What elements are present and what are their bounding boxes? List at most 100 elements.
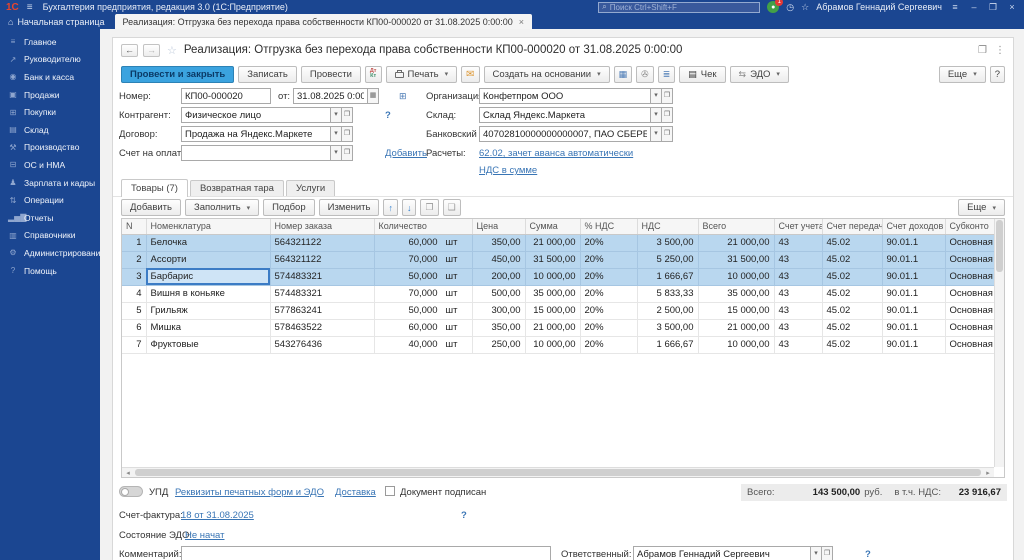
cell-nomenclature[interactable]: Ассорти xyxy=(146,251,271,269)
cell-total[interactable]: 10 000,00 xyxy=(698,268,775,286)
show-postings-button[interactable]: Дт Кт xyxy=(364,65,382,83)
cell-qty[interactable]: 60,000 шт xyxy=(374,319,473,337)
cell-vat[interactable]: 2 500,00 xyxy=(637,302,699,320)
create-based-on-button[interactable]: Создать на основании xyxy=(483,65,610,83)
col-n[interactable]: N xyxy=(122,219,147,235)
invoice-for-payment-field[interactable] xyxy=(181,145,331,161)
cell-qty[interactable]: 60,000 шт xyxy=(374,234,473,252)
fill-button[interactable]: Заполнить xyxy=(185,199,260,216)
print-forms-link[interactable]: Реквизиты печатных форм и ЭДО xyxy=(175,487,324,498)
contract-field[interactable] xyxy=(181,126,331,142)
warehouse-field[interactable] xyxy=(479,107,651,123)
help-button[interactable]: ? xyxy=(989,65,1005,83)
cell-total[interactable]: 21 000,00 xyxy=(698,319,775,337)
bank-account-field[interactable] xyxy=(479,126,651,142)
cell-vat[interactable]: 5 833,33 xyxy=(637,285,699,303)
counterparty-open-icon[interactable] xyxy=(341,107,353,123)
sidebar-item-help[interactable]: ? Помощь xyxy=(0,262,100,280)
back-button[interactable]: ← xyxy=(121,43,138,57)
cell-order[interactable]: 564321122 xyxy=(270,251,375,269)
cell-sum[interactable]: 10 000,00 xyxy=(525,268,581,286)
cell-transfer-account[interactable]: 45.02 xyxy=(822,234,883,252)
notifications-icon[interactable]: ● 1 xyxy=(767,0,784,13)
cell-transfer-account[interactable]: 45.02 xyxy=(822,319,883,337)
document-structure-button[interactable]: ≣ xyxy=(657,65,676,83)
cell-order[interactable]: 578463522 xyxy=(270,319,375,337)
counterparty-help-icon[interactable]: ? xyxy=(385,110,391,121)
table-row[interactable]: 5 Грильяж 577863241 50,000 шт 300,00 15 0… xyxy=(122,302,1004,320)
cell-account[interactable]: 43 xyxy=(774,285,823,303)
document-signed-checkbox[interactable] xyxy=(385,486,395,496)
cell-account[interactable]: 43 xyxy=(774,268,823,286)
table-row[interactable]: 1 Белочка 564321122 60,000 шт 350,00 21 0… xyxy=(122,234,1004,252)
organization-open-icon[interactable] xyxy=(661,88,673,104)
cell-vat[interactable]: 5 250,00 xyxy=(637,251,699,269)
sidebar-item-purchases[interactable]: ⊞ Покупки xyxy=(0,103,100,121)
cell-income-account[interactable]: 90.01.1 xyxy=(882,302,946,320)
sidebar-item-fixed-assets[interactable]: ⊟ ОС и НМА xyxy=(0,156,100,174)
cell-qty[interactable]: 50,000 шт xyxy=(374,268,473,286)
cell-total[interactable]: 35 000,00 xyxy=(698,285,775,303)
cell-price[interactable]: 300,00 xyxy=(472,302,526,320)
sidebar-item-salary-hr[interactable]: ♟ Зарплата и кадры xyxy=(0,174,100,192)
horizontal-scrollbar[interactable]: ◂ ▸ xyxy=(122,467,994,477)
cell-total[interactable]: 31 500,00 xyxy=(698,251,775,269)
cell-income-account[interactable]: 90.01.1 xyxy=(882,319,946,337)
cell-order[interactable]: 543276436 xyxy=(270,336,375,354)
table-row[interactable]: 3 Барбарис 574483321 50,000 шт 200,00 10 … xyxy=(122,268,1004,286)
responsible-help-icon[interactable]: ? xyxy=(865,549,871,560)
cell-transfer-account[interactable]: 45.02 xyxy=(822,302,883,320)
connection-menu-icon[interactable]: ≡ xyxy=(949,2,961,12)
tab-goods[interactable]: Товары (7) xyxy=(121,179,188,197)
bank-open-icon[interactable] xyxy=(661,126,673,142)
col-account[interactable]: Счет учета xyxy=(774,219,823,235)
cell-vat[interactable]: 3 500,00 xyxy=(637,319,699,337)
check-button[interactable]: ▤ Чек xyxy=(679,65,726,83)
cell-income-account[interactable]: 90.01.1 xyxy=(882,285,946,303)
cell-qty[interactable]: 40,000 шт xyxy=(374,336,473,354)
sidebar-item-manager[interactable]: ↗ Руководителю xyxy=(0,51,100,69)
table-row[interactable]: 4 Вишня в коньяке 574483321 70,000 шт 500… xyxy=(122,285,1004,303)
table-row[interactable]: 7 Фруктовые 543276436 40,000 шт 250,00 10… xyxy=(122,336,1004,354)
responsible-field[interactable] xyxy=(633,546,811,560)
tab-close-icon[interactable]: × xyxy=(519,17,524,27)
col-order-number[interactable]: Номер заказа xyxy=(270,219,375,235)
add-row-button[interactable]: Добавить xyxy=(121,199,181,216)
vertical-scrollbar[interactable] xyxy=(994,219,1004,467)
cell-nomenclature[interactable]: Фруктовые xyxy=(146,336,271,354)
cell-account[interactable]: 43 xyxy=(774,336,823,354)
cell-transfer-account[interactable]: 45.02 xyxy=(822,268,883,286)
col-income-account[interactable]: Счет доходов xyxy=(882,219,946,235)
cell-vat-pct[interactable]: 20% xyxy=(580,251,638,269)
cell-transfer-account[interactable]: 45.02 xyxy=(822,336,883,354)
cell-transfer-account[interactable]: 45.02 xyxy=(822,251,883,269)
cell-sum[interactable]: 10 000,00 xyxy=(525,336,581,354)
cell-nomenclature[interactable]: Белочка xyxy=(146,234,271,252)
cell-nomenclature-focused[interactable]: Барбарис xyxy=(146,268,271,286)
delivery-link[interactable]: Доставка xyxy=(335,487,376,498)
table-row[interactable]: 6 Мишка 578463522 60,000 шт 350,00 21 000… xyxy=(122,319,1004,337)
horizontal-scrollbar-thumb[interactable] xyxy=(135,469,981,476)
related-reports-button[interactable]: ▦ xyxy=(613,65,633,83)
col-vat[interactable]: НДС xyxy=(637,219,699,235)
main-menu-icon[interactable]: ≡ xyxy=(27,2,33,13)
cell-vat-pct[interactable]: 20% xyxy=(580,319,638,337)
cell-vat-pct[interactable]: 20% xyxy=(580,234,638,252)
more-menu-icon[interactable]: ⋮ xyxy=(995,45,1005,56)
vat-mode-link[interactable]: НДС в сумме xyxy=(479,165,537,176)
cell-sum[interactable]: 35 000,00 xyxy=(525,285,581,303)
cell-income-account[interactable]: 90.01.1 xyxy=(882,234,946,252)
move-down-button[interactable]: ↓ xyxy=(401,199,417,216)
cell-income-account[interactable]: 90.01.1 xyxy=(882,268,946,286)
cell-total[interactable]: 15 000,00 xyxy=(698,302,775,320)
sidebar-item-warehouse[interactable]: ▤ Склад xyxy=(0,121,100,139)
sidebar-item-directories[interactable]: ▥ Справочники xyxy=(0,227,100,245)
sidebar-item-production[interactable]: ⚒ Производство xyxy=(0,139,100,157)
pin-window-icon[interactable]: ❐ xyxy=(978,45,987,56)
number-settings-icon[interactable]: ⊞ xyxy=(399,91,407,102)
cell-order[interactable]: 577863241 xyxy=(270,302,375,320)
history-icon[interactable]: ◷ xyxy=(786,2,794,13)
comment-field[interactable] xyxy=(181,546,551,560)
cell-price[interactable]: 200,00 xyxy=(472,268,526,286)
vertical-scrollbar-thumb[interactable] xyxy=(996,220,1003,272)
